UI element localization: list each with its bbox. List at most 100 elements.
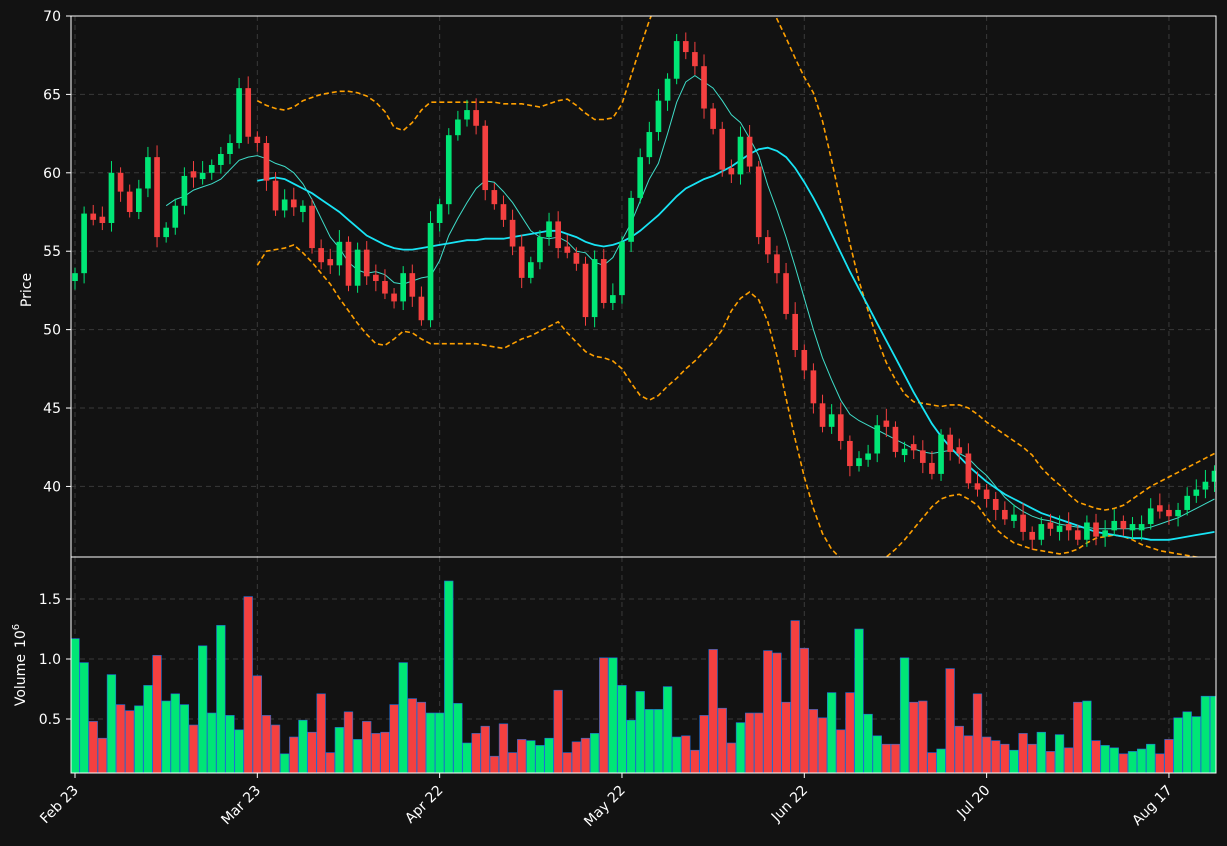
candle-up [108,172,115,223]
candle-down [327,259,334,266]
candle-down [765,237,771,255]
volume-bar [380,731,390,773]
volume-bar [498,723,509,773]
price-tick-label: 55 [43,244,61,260]
candle-down [947,434,953,452]
candle-down [318,248,324,263]
volume-bar [298,719,308,773]
volume-bar [115,704,126,773]
candle-up [1138,524,1145,531]
candle-up [445,135,452,205]
candle-up [655,100,662,133]
volume-bar [899,657,910,773]
volume-bar [179,704,190,773]
candle-up [673,41,680,79]
candle-down [500,204,507,220]
volume-bar [790,620,800,773]
volume-bar [972,693,983,773]
candle-down [263,143,270,181]
candle-up [1011,514,1017,521]
volume-bar [106,674,117,773]
volume-bar [88,721,98,773]
candle-down [1029,531,1036,540]
volume-bar [416,701,427,773]
volume-bar [781,701,791,773]
volume-bar [817,717,828,773]
volume-bar [197,645,208,773]
candle-down [1074,530,1081,540]
volume-bar [1109,747,1119,773]
candle-down [90,213,97,220]
volume-bar [125,710,135,773]
candle-down [272,180,279,211]
candle-down [974,483,981,490]
candle-up [537,237,543,263]
volume-bar [343,711,354,773]
volume-bar [644,709,654,773]
volume-bar [1000,743,1010,773]
volume-bar [772,652,782,773]
candle-down [573,252,580,264]
volume-bar [863,713,873,773]
volume-bar [991,740,1001,773]
volume-bar [1200,695,1211,773]
volume-bar [1018,733,1028,773]
volume-bar [927,752,937,773]
volume-bar [872,735,882,773]
candle-down [710,108,716,129]
candle-down [363,249,370,277]
candle-down [345,241,352,286]
candle-down [774,254,780,274]
candle-down [391,293,397,302]
volume-bar [580,737,591,773]
candle-down [309,205,315,249]
volume-bar [152,655,162,773]
candle-up [1147,508,1154,525]
candle-down [1093,522,1099,537]
candle-down [117,172,124,192]
candle-down [965,453,972,484]
volume-bar [97,737,107,773]
volume-bar [690,749,700,773]
volume-axis-label: Volume 106 [11,624,29,706]
volume-bar [225,715,235,773]
candle-down [373,274,379,282]
price-tick-label: 45 [43,401,61,417]
candle-down [783,273,789,314]
volume-bar [1091,740,1101,773]
candle-down [600,259,607,303]
volume-bar [216,625,226,773]
candle-down [126,191,133,213]
volume-bar [471,733,481,773]
volume-bar [489,755,499,773]
volume-bar [1127,751,1138,773]
volume-bar [1073,701,1083,773]
volume-bar [1191,716,1201,773]
candle-up [464,110,470,120]
candle-down [929,462,935,474]
candle-down [190,171,197,178]
volume-bar [517,739,527,773]
volume-bar [544,737,554,773]
candle-down [755,166,762,238]
volume-bar [453,703,463,773]
volume-bar [1045,751,1056,773]
candle-down [883,420,890,427]
volume-bar [599,657,609,773]
volume-bar [854,628,864,773]
candle-up [1056,525,1063,532]
volume-bar [1064,747,1074,773]
volume-bar [1100,745,1110,773]
volume-bar [717,707,727,773]
volume-bar [307,731,317,773]
volume-bar [435,712,445,773]
candle-down [1047,522,1054,529]
volume-bar [316,693,326,773]
price-tick-label: 40 [43,479,61,495]
volume-bar [735,722,746,773]
volume-bar [1136,748,1147,773]
volume-bar [1082,700,1092,773]
volume-bar [662,686,673,773]
candle-up [591,259,598,318]
volume-bar [845,692,855,773]
